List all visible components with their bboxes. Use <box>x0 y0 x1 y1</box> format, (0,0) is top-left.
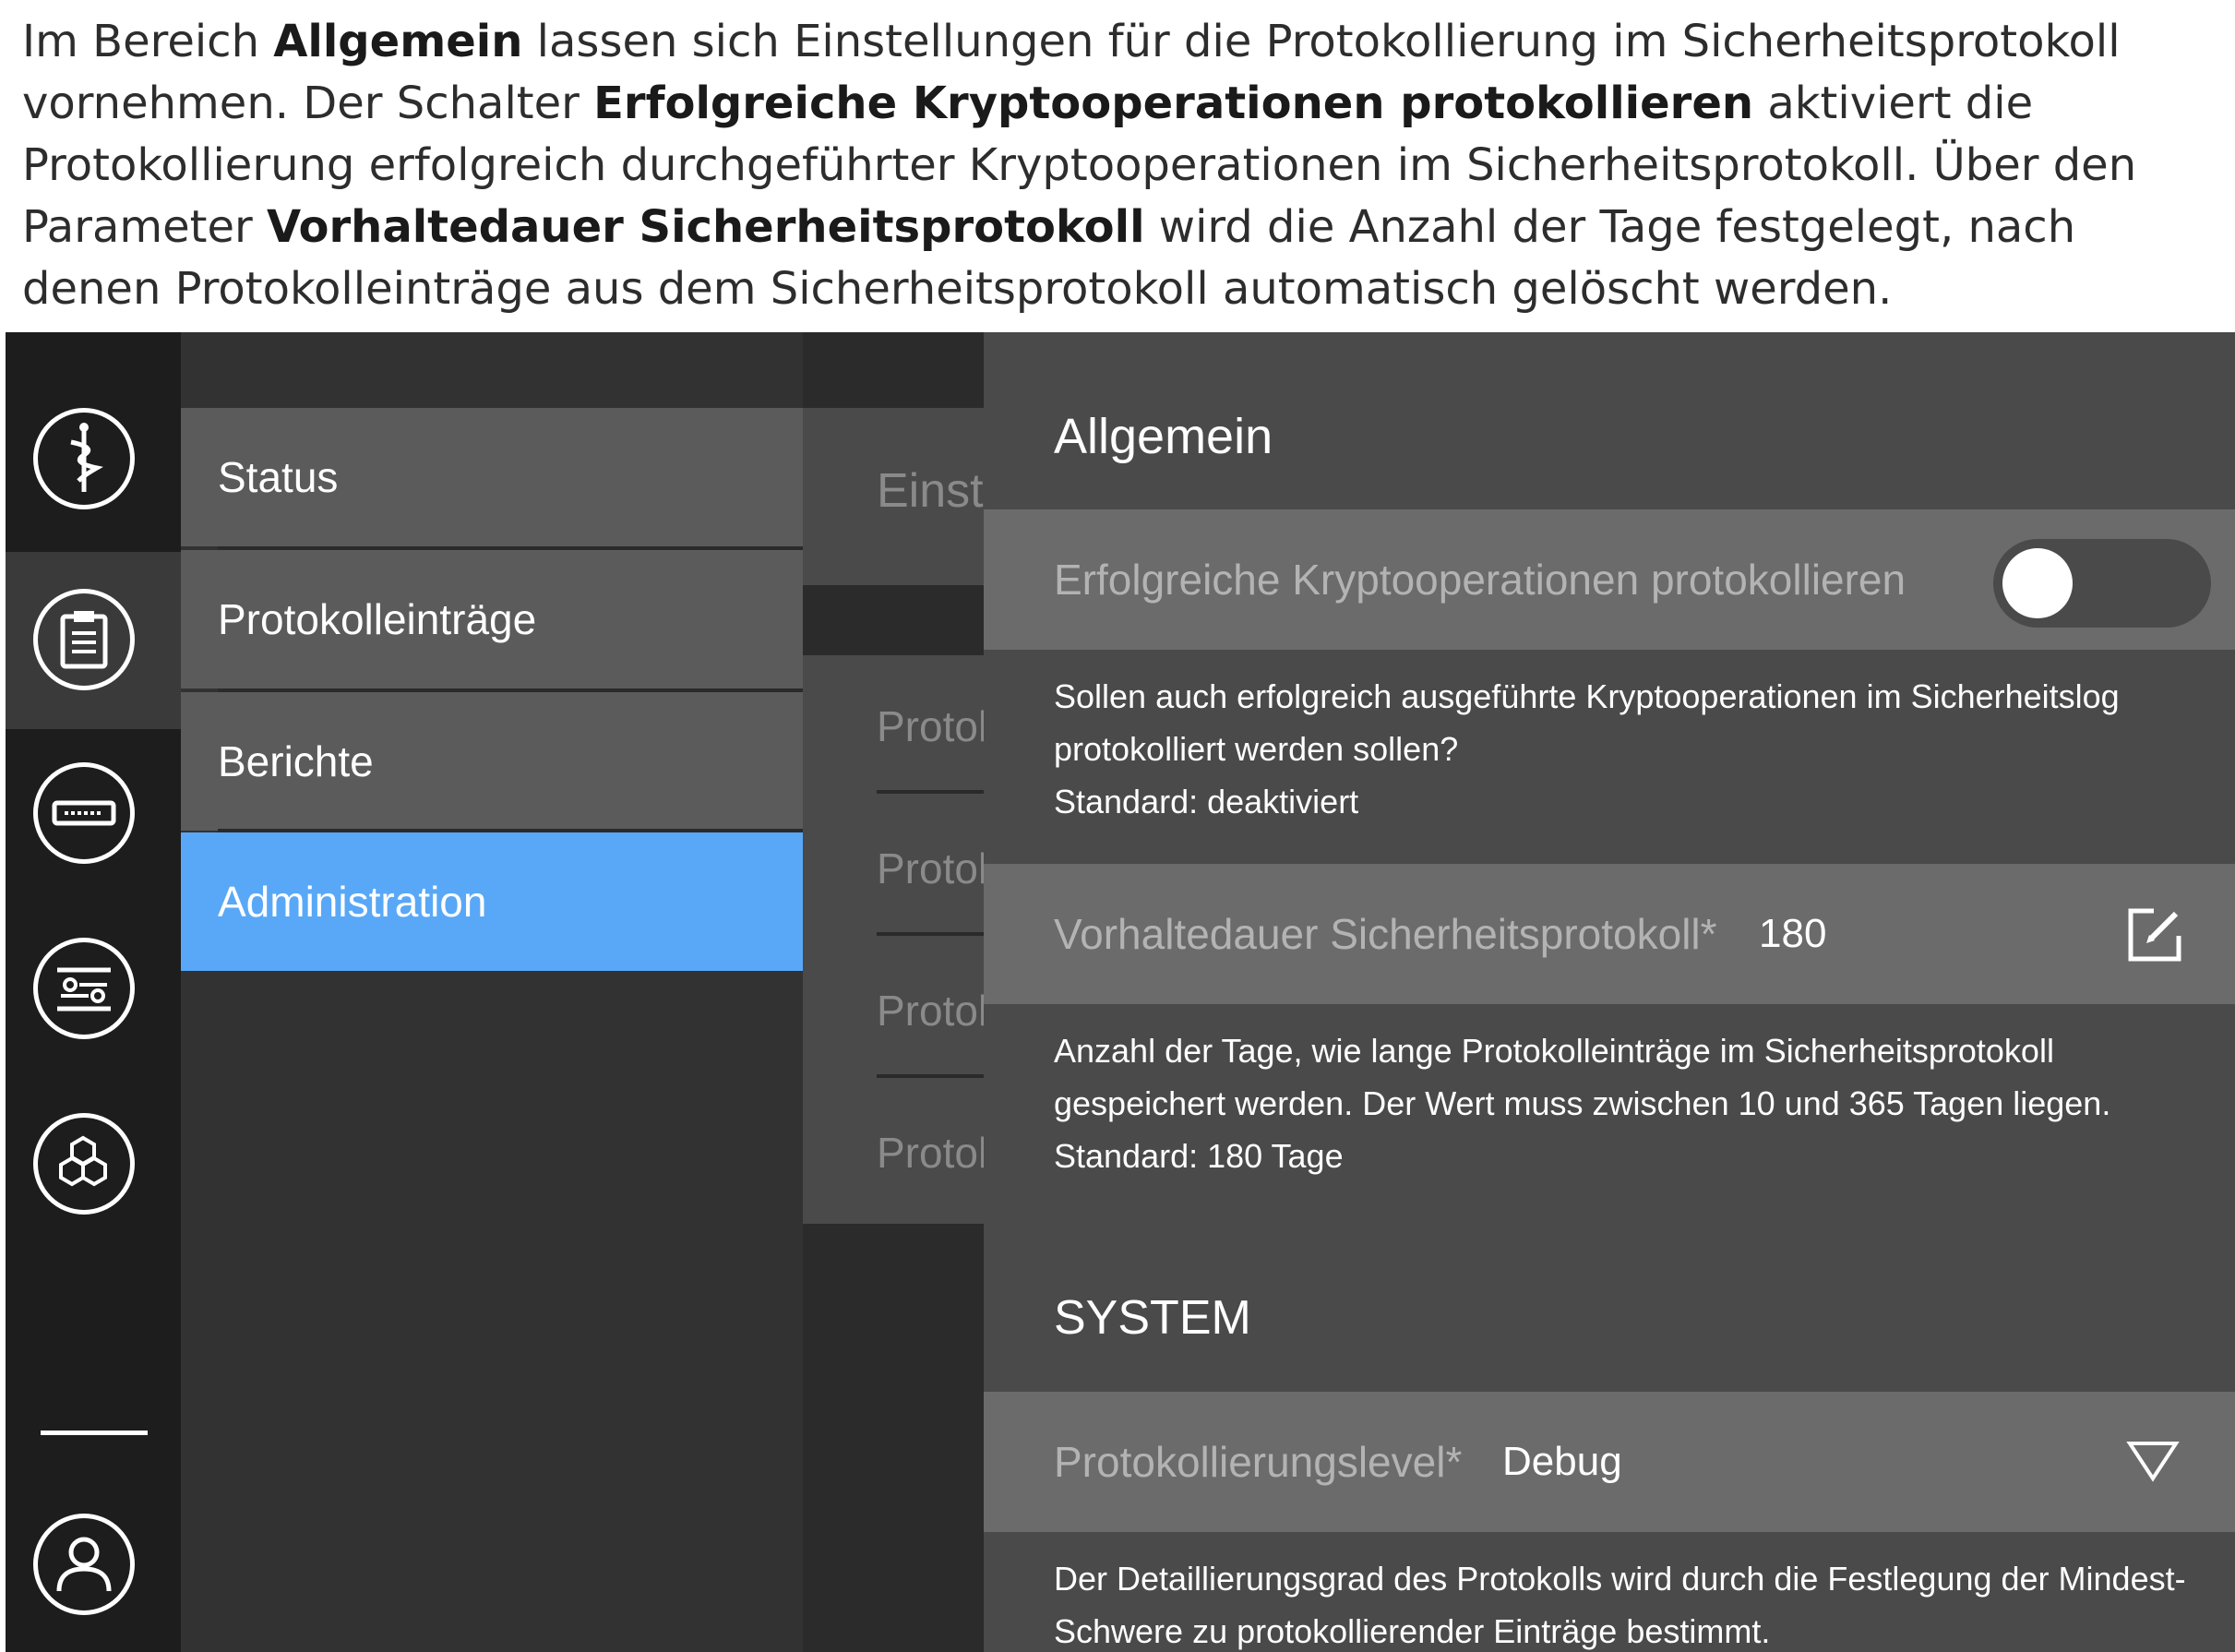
clipboard-icon[interactable] <box>33 589 135 690</box>
retention-label: Vorhaltedauer Sicherheitsprotokoll* <box>1054 910 1717 958</box>
middle-list-item[interactable]: Protol <box>877 844 984 893</box>
hexagons-icon[interactable] <box>33 1113 135 1215</box>
system-heading: SYSTEM <box>1054 1291 1251 1345</box>
settings-panel: Allgemein Erfolgreiche Kryptooperationen… <box>984 332 2235 1652</box>
retention-value[interactable]: 180 <box>1759 864 1826 1004</box>
description-line: gespeichert werden. Der Wert muss zwisch… <box>1054 1084 2111 1122</box>
dropdown-triangle-icon[interactable] <box>2126 1440 2180 1482</box>
middle-list-divider <box>877 790 984 794</box>
device-icon[interactable] <box>33 762 135 864</box>
retention-description: Anzahl der Tage, wie lange Protokolleint… <box>1054 1024 2207 1182</box>
intro-bold-crypto: Erfolgreiche Kryptooperationen protokoll… <box>593 78 1754 129</box>
description-line: Schwere zu protokollierender Einträge be… <box>1054 1612 1771 1650</box>
description-line: Standard: deaktiviert <box>1054 783 1359 820</box>
settings-sliders-icon[interactable] <box>33 938 135 1039</box>
middle-title: Einst <box>877 464 984 518</box>
middle-list-item[interactable]: Protol <box>877 701 984 751</box>
middle-list-card: Protol Protol Protol Protol <box>803 655 984 1224</box>
description-line: Der Detaillierungsgrad des Protokolls wi… <box>1054 1560 2186 1598</box>
middle-list-item[interactable]: Protol <box>877 986 984 1035</box>
nav-item-label: Administration <box>218 878 487 926</box>
nav-item-berichte[interactable]: Berichte <box>181 692 803 831</box>
middle-list-divider <box>877 1074 984 1078</box>
log-level-row[interactable]: Protokollierungslevel* Debug <box>984 1392 2235 1532</box>
caduceus-icon[interactable] <box>33 408 135 509</box>
navigation-menu: Status Protokolleinträge Berichte Admini… <box>181 332 803 1652</box>
middle-list-item[interactable]: Protol <box>877 1128 984 1178</box>
crypto-logging-description: Sollen auch erfolgreich ausgeführte Kryp… <box>1054 670 2207 828</box>
crypto-logging-label: Erfolgreiche Kryptooperationen protokoll… <box>1054 556 1906 604</box>
nav-item-label: Status <box>218 453 339 501</box>
intro-bold-allgemein: Allgemein <box>273 16 523 67</box>
nav-item-status[interactable]: Status <box>181 408 803 546</box>
intro-paragraph: Im Bereich Allgemein lassen sich Einstel… <box>22 11 2218 320</box>
description-line: protokolliert werden sollen? <box>1054 730 1459 768</box>
icon-sidebar <box>6 332 181 1652</box>
toggle-knob <box>2002 548 2073 618</box>
middle-column: Einst Protol Protol Protol Protol <box>803 332 984 1652</box>
retention-row: Vorhaltedauer Sicherheitsprotokoll* 180 <box>984 864 2235 1004</box>
general-heading: Allgemein <box>1054 409 1273 464</box>
user-icon[interactable] <box>33 1514 135 1615</box>
nav-item-label: Berichte <box>218 737 374 785</box>
app-screenshot: Status Protokolleinträge Berichte Admini… <box>6 332 2235 1652</box>
nav-item-administration[interactable]: Administration <box>181 832 803 971</box>
edit-icon[interactable] <box>2126 906 2183 964</box>
log-level-description: Der Detaillierungsgrad des Protokolls wi… <box>1054 1552 2207 1652</box>
description-line: Anzahl der Tage, wie lange Protokolleint… <box>1054 1032 2054 1070</box>
intro-bold-retention: Vorhaltedauer Sicherheitsprotokoll <box>266 201 1145 253</box>
nav-item-protokolleintraege[interactable]: Protokolleinträge <box>181 550 803 688</box>
icon-sidebar-divider <box>41 1431 148 1435</box>
crypto-logging-toggle[interactable] <box>1993 539 2211 628</box>
crypto-logging-row: Erfolgreiche Kryptooperationen protokoll… <box>984 509 2235 650</box>
log-level-label: Protokollierungslevel* <box>1054 1438 1463 1486</box>
middle-title-card: Einst <box>803 408 984 585</box>
middle-list-divider <box>877 932 984 936</box>
description-line: Standard: 180 Tage <box>1054 1137 1344 1175</box>
nav-item-label: Protokolleinträge <box>218 595 537 643</box>
log-level-value[interactable]: Debug <box>1502 1392 1622 1532</box>
description-line: Sollen auch erfolgreich ausgeführte Kryp… <box>1054 677 2120 715</box>
intro-text-1: Im Bereich <box>22 16 274 67</box>
